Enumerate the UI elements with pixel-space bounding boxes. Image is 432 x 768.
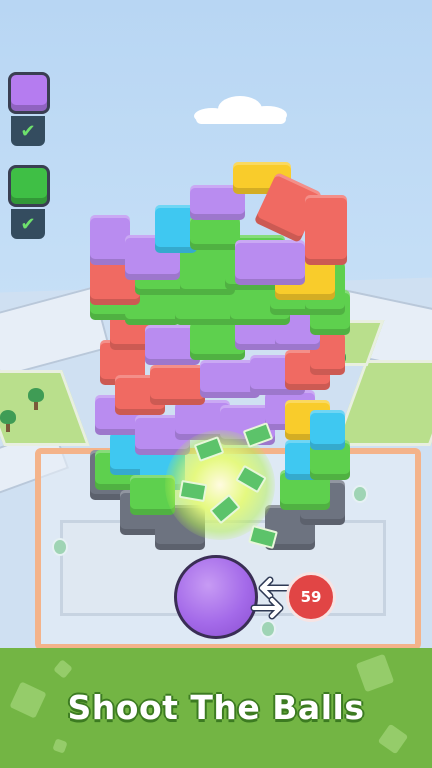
game-scene[interactable]: ✔ ✔ 59	[0, 0, 432, 648]
brick	[150, 365, 205, 405]
caption-banner: Shoot The Balls	[0, 648, 432, 768]
confetti-square	[52, 738, 68, 754]
check-icon: ✔	[20, 120, 36, 142]
level-color-swatch	[8, 72, 50, 114]
brick	[235, 240, 305, 285]
cloud-icon	[194, 96, 287, 124]
level-progress-1: ✔	[8, 72, 50, 146]
shooter-ball[interactable]	[174, 555, 258, 639]
confetti-square	[377, 723, 409, 755]
brick	[305, 195, 347, 265]
level-color-swatch	[8, 165, 50, 207]
level-progress-2: ✔	[8, 165, 50, 239]
remaining-balls-badge: 59	[286, 572, 336, 622]
tree-icon	[28, 388, 44, 410]
brick	[90, 215, 130, 265]
brick	[310, 410, 345, 450]
level-check-panel: ✔	[11, 116, 45, 146]
level-check-panel: ✔	[11, 209, 45, 239]
brick	[190, 215, 240, 250]
check-icon: ✔	[20, 213, 36, 235]
tree-icon	[0, 410, 16, 432]
lamp-icon	[52, 538, 68, 556]
remaining-balls-count: 59	[300, 588, 322, 606]
confetti-square	[53, 659, 73, 679]
confetti-square	[355, 653, 395, 693]
lamp-icon	[260, 620, 276, 638]
caption-title: Shoot The Balls	[67, 688, 365, 727]
